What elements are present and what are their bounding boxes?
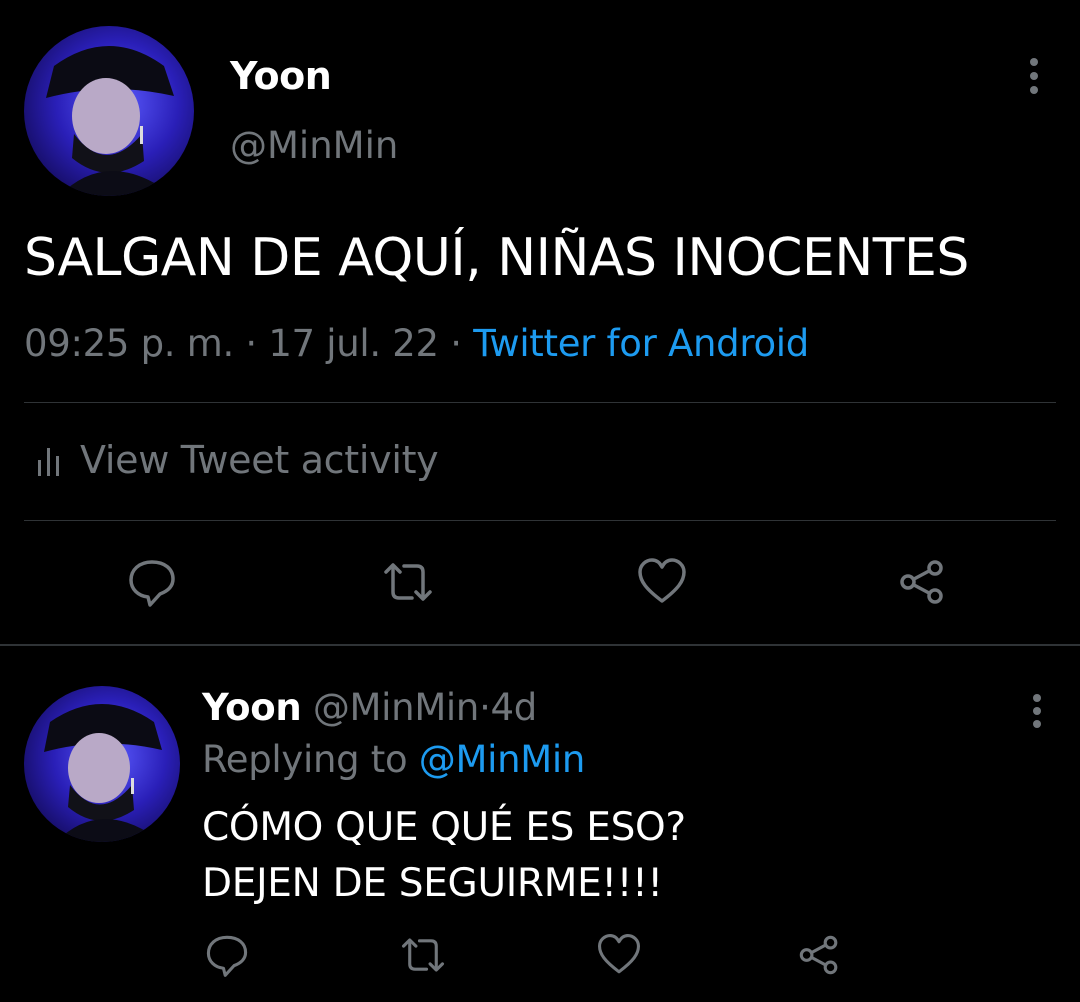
author-avatar[interactable] [24, 26, 194, 196]
tweet-meta: 09:25 p. m. · 17 jul. 22 · Twitter for A… [24, 322, 809, 365]
analytics-icon [36, 443, 64, 477]
reply-handle[interactable]: @MinMin [313, 686, 480, 729]
avatar-photo [24, 26, 194, 196]
tweet-source-link[interactable]: Twitter for Android [473, 322, 809, 365]
replying-to-line: Replying to @MinMin [202, 738, 585, 781]
reply-icon[interactable] [126, 556, 178, 608]
reply-text-line: DEJEN DE SEGUIRME!!!! [202, 861, 663, 906]
reply-age[interactable]: 4d [491, 686, 538, 729]
reply-author-avatar[interactable] [24, 686, 180, 842]
reply-text-line: CÓMO QUE QUÉ ES ESO? [202, 805, 686, 850]
author-handle[interactable]: @MinMin [230, 124, 398, 167]
like-icon[interactable] [596, 932, 642, 978]
more-vertical-icon[interactable] [1022, 692, 1052, 730]
retweet-icon[interactable] [382, 556, 434, 608]
tweet-text: SALGAN DE AQUÍ, NIÑAS INOCENTES [24, 228, 969, 288]
divider [24, 520, 1056, 521]
meta-separator: · [479, 686, 491, 729]
like-icon[interactable] [636, 556, 688, 608]
view-tweet-activity-label: View Tweet activity [80, 438, 439, 482]
share-icon[interactable] [796, 932, 842, 978]
section-divider [0, 644, 1080, 646]
reply-display-name[interactable]: Yoon [202, 686, 302, 729]
replying-to-mention[interactable]: @MinMin [419, 738, 586, 781]
retweet-icon[interactable] [400, 932, 446, 978]
meta-separator: · [245, 322, 257, 365]
reply-text: CÓMO QUE QUÉ ES ESO? DEJEN DE SEGUIRME!!… [202, 800, 686, 912]
meta-separator: · [450, 322, 462, 365]
reply-header: Yoon @MinMin·4d [202, 686, 537, 729]
share-icon[interactable] [896, 556, 948, 608]
avatar-photo [24, 686, 180, 842]
tweet-time[interactable]: 09:25 p. m. [24, 322, 234, 365]
reply-icon[interactable] [204, 932, 250, 978]
author-display-name[interactable]: Yoon [230, 54, 332, 98]
replying-to-prefix: Replying to [202, 738, 408, 781]
more-vertical-icon[interactable] [1018, 56, 1050, 96]
divider [24, 402, 1056, 403]
tweet-date[interactable]: 17 jul. 22 [268, 322, 439, 365]
view-tweet-activity-button[interactable]: View Tweet activity [36, 438, 439, 482]
